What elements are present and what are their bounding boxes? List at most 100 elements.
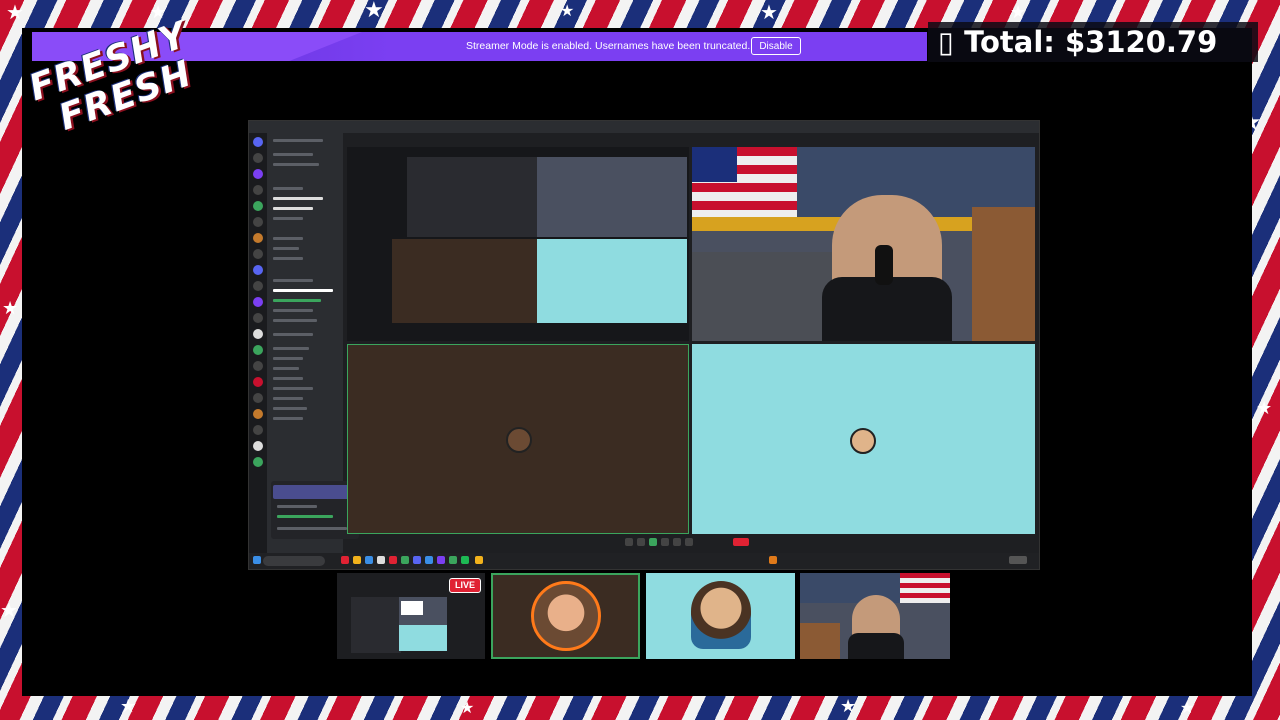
participant-tile-cyan[interactable]: [692, 344, 1035, 534]
participant-thumbnail-brown[interactable]: [491, 573, 640, 659]
screen-share-tile[interactable]: [347, 147, 689, 341]
channel-item[interactable]: [273, 247, 299, 250]
channel-item[interactable]: [273, 153, 313, 156]
webcam-thumbnail[interactable]: [800, 573, 950, 659]
server-sidebar: [249, 133, 267, 553]
taskbar-app-icon[interactable]: [437, 556, 445, 564]
voice-controls[interactable]: [277, 527, 347, 530]
voice-participant[interactable]: [273, 319, 317, 322]
box-placeholder-icon: ▯: [938, 25, 954, 59]
system-clock[interactable]: [1009, 556, 1027, 564]
participant-avatar-large: [531, 581, 601, 651]
taskbar-app-icon[interactable]: [449, 556, 457, 564]
channel-sidebar: [267, 133, 359, 553]
thumb-white-box: [401, 601, 423, 615]
taskbar-app-icon[interactable]: [341, 556, 349, 564]
disable-streamer-mode-button[interactable]: Disable: [751, 37, 801, 55]
taskbar-search[interactable]: [263, 556, 325, 566]
activity-button[interactable]: [649, 538, 657, 546]
channel-item[interactable]: [273, 163, 319, 166]
server-icon[interactable]: [253, 249, 263, 259]
channel-item[interactable]: [273, 139, 323, 142]
channel-item[interactable]: [273, 357, 303, 360]
server-icon[interactable]: [253, 313, 263, 323]
thumb-nested-screen: [351, 597, 401, 653]
channel-item[interactable]: [273, 417, 303, 420]
more-button[interactable]: [673, 538, 681, 546]
taskbar-app-icon[interactable]: [389, 556, 397, 564]
server-icon[interactable]: [253, 233, 263, 243]
voice-connected-status: [277, 515, 333, 518]
star-icon: ★: [6, 0, 24, 24]
hang-up-button[interactable]: [733, 538, 749, 546]
screen-share-button[interactable]: [637, 538, 645, 546]
thumb-flag: [900, 573, 950, 603]
channel-item[interactable]: [273, 279, 313, 282]
server-icon[interactable]: [253, 457, 263, 467]
channel-item[interactable]: [273, 237, 303, 240]
taskbar-app-icon[interactable]: [475, 556, 483, 564]
donation-total-label: Total: $3120.79: [964, 25, 1218, 59]
taskbar-app-icon[interactable]: [353, 556, 361, 564]
webcam-tile[interactable]: [692, 147, 1035, 341]
server-icon[interactable]: [253, 281, 263, 291]
streamer-mode-message: Streamer Mode is enabled. Usernames have…: [466, 40, 751, 52]
nested-camera: [537, 157, 687, 237]
nitro-banner[interactable]: [273, 485, 357, 499]
channel-item[interactable]: [273, 387, 313, 390]
channel-item[interactable]: [273, 207, 313, 210]
thumb-dresser: [800, 623, 840, 659]
windows-taskbar: [249, 553, 1039, 569]
star-icon: ★: [1256, 398, 1273, 419]
taskbar-app-icon[interactable]: [377, 556, 385, 564]
channel-item[interactable]: [273, 397, 303, 400]
nested-cyan-tile: [537, 239, 687, 323]
participant-thumbnail-cyan[interactable]: [646, 573, 795, 659]
server-icon[interactable]: [253, 425, 263, 435]
server-icon[interactable]: [253, 377, 263, 387]
channel-item[interactable]: [273, 367, 299, 370]
taskbar-app-icon[interactable]: [461, 556, 469, 564]
server-icon[interactable]: [253, 409, 263, 419]
channel-item[interactable]: [273, 407, 307, 410]
channel-item[interactable]: [273, 197, 323, 200]
server-icon[interactable]: [253, 329, 263, 339]
participant-tile-brown[interactable]: [347, 344, 689, 534]
taskbar-app-icon[interactable]: [425, 556, 433, 564]
participant-avatar: [506, 427, 532, 453]
mute-button[interactable]: [685, 538, 693, 546]
server-icon[interactable]: [253, 169, 263, 179]
soundboard-button[interactable]: [661, 538, 669, 546]
weather-icon[interactable]: [769, 556, 777, 564]
server-icon[interactable]: [253, 137, 263, 147]
camera-button[interactable]: [625, 538, 633, 546]
taskbar-app-icon[interactable]: [401, 556, 409, 564]
channel-item[interactable]: [273, 377, 303, 380]
channel-item[interactable]: [273, 187, 303, 190]
streamer-shirt: [822, 277, 952, 341]
server-icon[interactable]: [253, 201, 263, 211]
channel-item[interactable]: [273, 257, 303, 260]
server-icon[interactable]: [253, 361, 263, 371]
channel-item[interactable]: [273, 217, 303, 220]
channel-item[interactable]: [273, 333, 313, 336]
star-icon: ★: [0, 598, 18, 622]
voice-participant[interactable]: [273, 299, 321, 302]
voice-channel-active[interactable]: [273, 289, 333, 292]
donation-total: ▯ Total: $3120.79: [928, 22, 1258, 62]
taskbar-app-icon[interactable]: [413, 556, 421, 564]
server-icon[interactable]: [253, 265, 263, 275]
server-icon[interactable]: [253, 345, 263, 355]
channel-item[interactable]: [273, 347, 309, 350]
voice-participant[interactable]: [273, 309, 313, 312]
server-icon[interactable]: [253, 297, 263, 307]
dresser: [972, 207, 1035, 341]
start-menu-icon[interactable]: [253, 556, 261, 564]
server-icon[interactable]: [253, 441, 263, 451]
bed: [692, 252, 832, 341]
server-icon[interactable]: [253, 217, 263, 227]
taskbar-app-icon[interactable]: [365, 556, 373, 564]
server-icon[interactable]: [253, 393, 263, 403]
server-icon[interactable]: [253, 185, 263, 195]
server-icon[interactable]: [253, 153, 263, 163]
